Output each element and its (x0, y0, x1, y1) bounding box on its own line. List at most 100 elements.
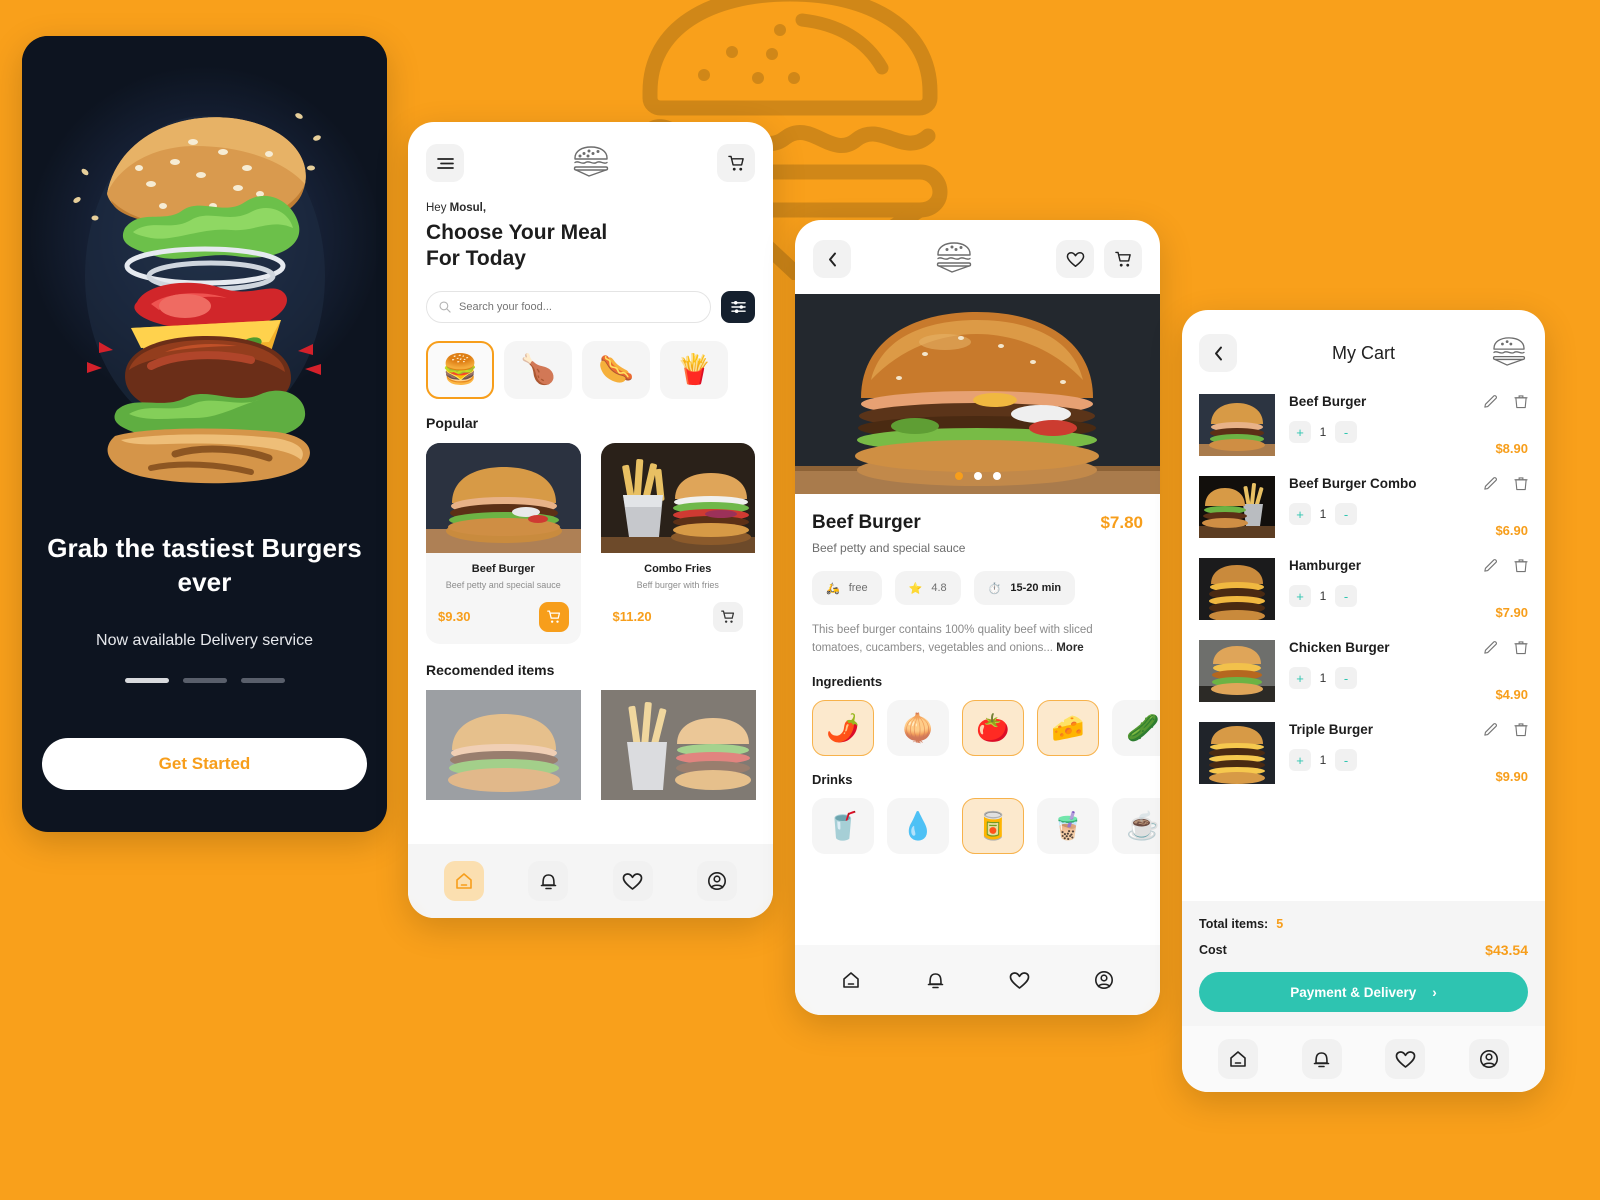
add-to-cart-button[interactable] (538, 601, 569, 632)
heart-icon (1009, 971, 1030, 989)
nav-home-button[interactable] (444, 861, 485, 901)
increase-quantity-button[interactable]: + (1289, 585, 1311, 607)
product-title-row: Beef Burger $7.80 (795, 494, 1160, 534)
edit-item-button[interactable] (1483, 640, 1498, 655)
recommended-card-1[interactable] (426, 689, 581, 800)
heading-line-2: For Today (426, 247, 526, 271)
cart-button[interactable] (1104, 240, 1142, 278)
nav-profile-button[interactable] (696, 861, 737, 901)
pagination-dot-1[interactable] (124, 677, 169, 683)
delete-item-button[interactable] (1514, 476, 1528, 491)
ingredient-tomato[interactable]: 🍅 (962, 699, 1024, 756)
nav-favorites-button[interactable] (1000, 960, 1040, 1000)
cart-row[interactable]: Chicken Burger + 1 - $4.90 (1199, 630, 1528, 712)
edit-item-button[interactable] (1483, 558, 1498, 573)
delete-item-button[interactable] (1514, 394, 1528, 409)
app-logo (934, 241, 974, 278)
product-hero-image[interactable] (795, 294, 1160, 494)
get-started-button[interactable]: Get Started (42, 738, 367, 790)
category-fries[interactable]: 🍟 (660, 340, 728, 399)
filter-button[interactable] (721, 290, 755, 323)
cart-row[interactable]: Triple Burger + 1 - $9.90 (1199, 712, 1528, 794)
trash-delete-icon (1514, 395, 1528, 409)
increase-quantity-button[interactable]: + (1289, 503, 1311, 525)
back-button[interactable] (1199, 334, 1237, 372)
item-price: $7.90 (1495, 605, 1528, 620)
increase-quantity-button[interactable]: + (1289, 421, 1311, 443)
hamburger-menu-button[interactable] (426, 144, 464, 182)
search-input[interactable] (459, 300, 698, 313)
pencil-edit-icon (1484, 641, 1498, 654)
cart-row[interactable]: Beef Burger Combo + 1 - $6.90 (1199, 466, 1528, 548)
item-price: $4.90 (1495, 687, 1528, 702)
nav-profile-button[interactable] (1084, 960, 1124, 1000)
ingredient-chili[interactable]: 🌶️ (812, 699, 874, 756)
edit-item-button[interactable] (1483, 476, 1498, 491)
payment-and-delivery-button[interactable]: Payment & Delivery › (1199, 972, 1528, 1012)
nav-home-button[interactable] (1217, 1039, 1258, 1079)
recommended-card-2[interactable] (601, 689, 756, 800)
category-chicken[interactable]: 🍗 (504, 340, 572, 399)
beef-burger-photo (426, 689, 581, 800)
edit-item-button[interactable] (1483, 722, 1498, 737)
item-name: Chicken Burger (1289, 640, 1390, 655)
onboarding-pagination-dots[interactable] (46, 677, 363, 683)
search-box[interactable] (426, 290, 711, 323)
nav-favorites-button[interactable] (612, 861, 653, 901)
back-button[interactable] (813, 240, 851, 278)
drink-hot-tea[interactable]: ☕ (1112, 797, 1160, 854)
drink-iced-coffee[interactable]: 🧋 (1037, 797, 1099, 854)
decrease-quantity-button[interactable]: - (1335, 421, 1357, 443)
drink-soda-cup[interactable]: 🥤 (812, 797, 874, 854)
nav-favorites-button[interactable] (1385, 1039, 1426, 1079)
card-description: Beef petty and special sauce (445, 579, 561, 590)
carousel-dot-2[interactable] (973, 472, 982, 480)
drink-water[interactable]: 💧 (887, 797, 949, 854)
carousel-dot-1[interactable] (954, 472, 963, 480)
delete-item-button[interactable] (1514, 640, 1528, 655)
delete-item-button[interactable] (1514, 558, 1528, 573)
heart-icon (622, 872, 643, 890)
item-actions: $4.90 (1456, 640, 1528, 702)
cart-row[interactable]: Hamburger + 1 - $7.90 (1199, 548, 1528, 630)
decrease-quantity-button[interactable]: - (1335, 585, 1357, 607)
item-name: Beef Burger (1289, 394, 1367, 409)
cart-button[interactable] (717, 144, 755, 182)
pagination-dot-3[interactable] (240, 677, 285, 683)
nav-notifications-button[interactable] (915, 960, 955, 1000)
item-thumbnail (1199, 640, 1275, 702)
pencil-edit-icon (1484, 395, 1498, 408)
increase-quantity-button[interactable]: + (1289, 667, 1311, 689)
nav-notifications-button[interactable] (528, 861, 569, 901)
popular-card-combo-fries[interactable]: Combo Fries Beff burger with fries $11.2… (600, 442, 755, 644)
category-hotdog[interactable]: 🌭 (582, 340, 650, 399)
increase-quantity-button[interactable]: + (1289, 749, 1311, 771)
drink-soda-can[interactable]: 🥫 (962, 797, 1024, 854)
heart-icon (1395, 1050, 1416, 1068)
decrease-quantity-button[interactable]: - (1335, 503, 1357, 525)
burger-logo-icon (1492, 336, 1526, 366)
nav-home-button[interactable] (831, 960, 871, 1000)
nav-notifications-button[interactable] (1301, 1039, 1342, 1079)
shopping-cart-icon (721, 610, 735, 623)
favorite-button[interactable] (1056, 240, 1094, 278)
ingredient-cheese[interactable]: 🧀 (1037, 699, 1099, 756)
read-more-link[interactable]: More (1056, 642, 1083, 654)
decrease-quantity-button[interactable]: - (1335, 667, 1357, 689)
carousel-dot-3[interactable] (992, 472, 1001, 480)
cart-header: My Cart (1182, 310, 1545, 372)
edit-item-button[interactable] (1483, 394, 1498, 409)
drinks-title: Drinks (812, 771, 853, 787)
pagination-dot-2[interactable] (182, 677, 227, 683)
ingredient-cucumber[interactable]: 🥒 (1112, 699, 1160, 756)
nav-profile-button[interactable] (1469, 1039, 1510, 1079)
ingredient-onion[interactable]: 🧅 (887, 699, 949, 756)
popular-card-beef-burger[interactable]: Beef Burger Beef petty and special sauce… (426, 442, 581, 644)
add-to-cart-button[interactable] (713, 601, 743, 632)
delete-item-button[interactable] (1514, 722, 1528, 737)
category-burger[interactable]: 🍔 (426, 340, 494, 399)
ingredients-title: Ingredients (812, 673, 883, 689)
carousel-dots[interactable] (795, 472, 1160, 480)
cart-row[interactable]: Beef Burger + 1 - $8.90 (1199, 384, 1528, 466)
decrease-quantity-button[interactable]: - (1335, 749, 1357, 771)
